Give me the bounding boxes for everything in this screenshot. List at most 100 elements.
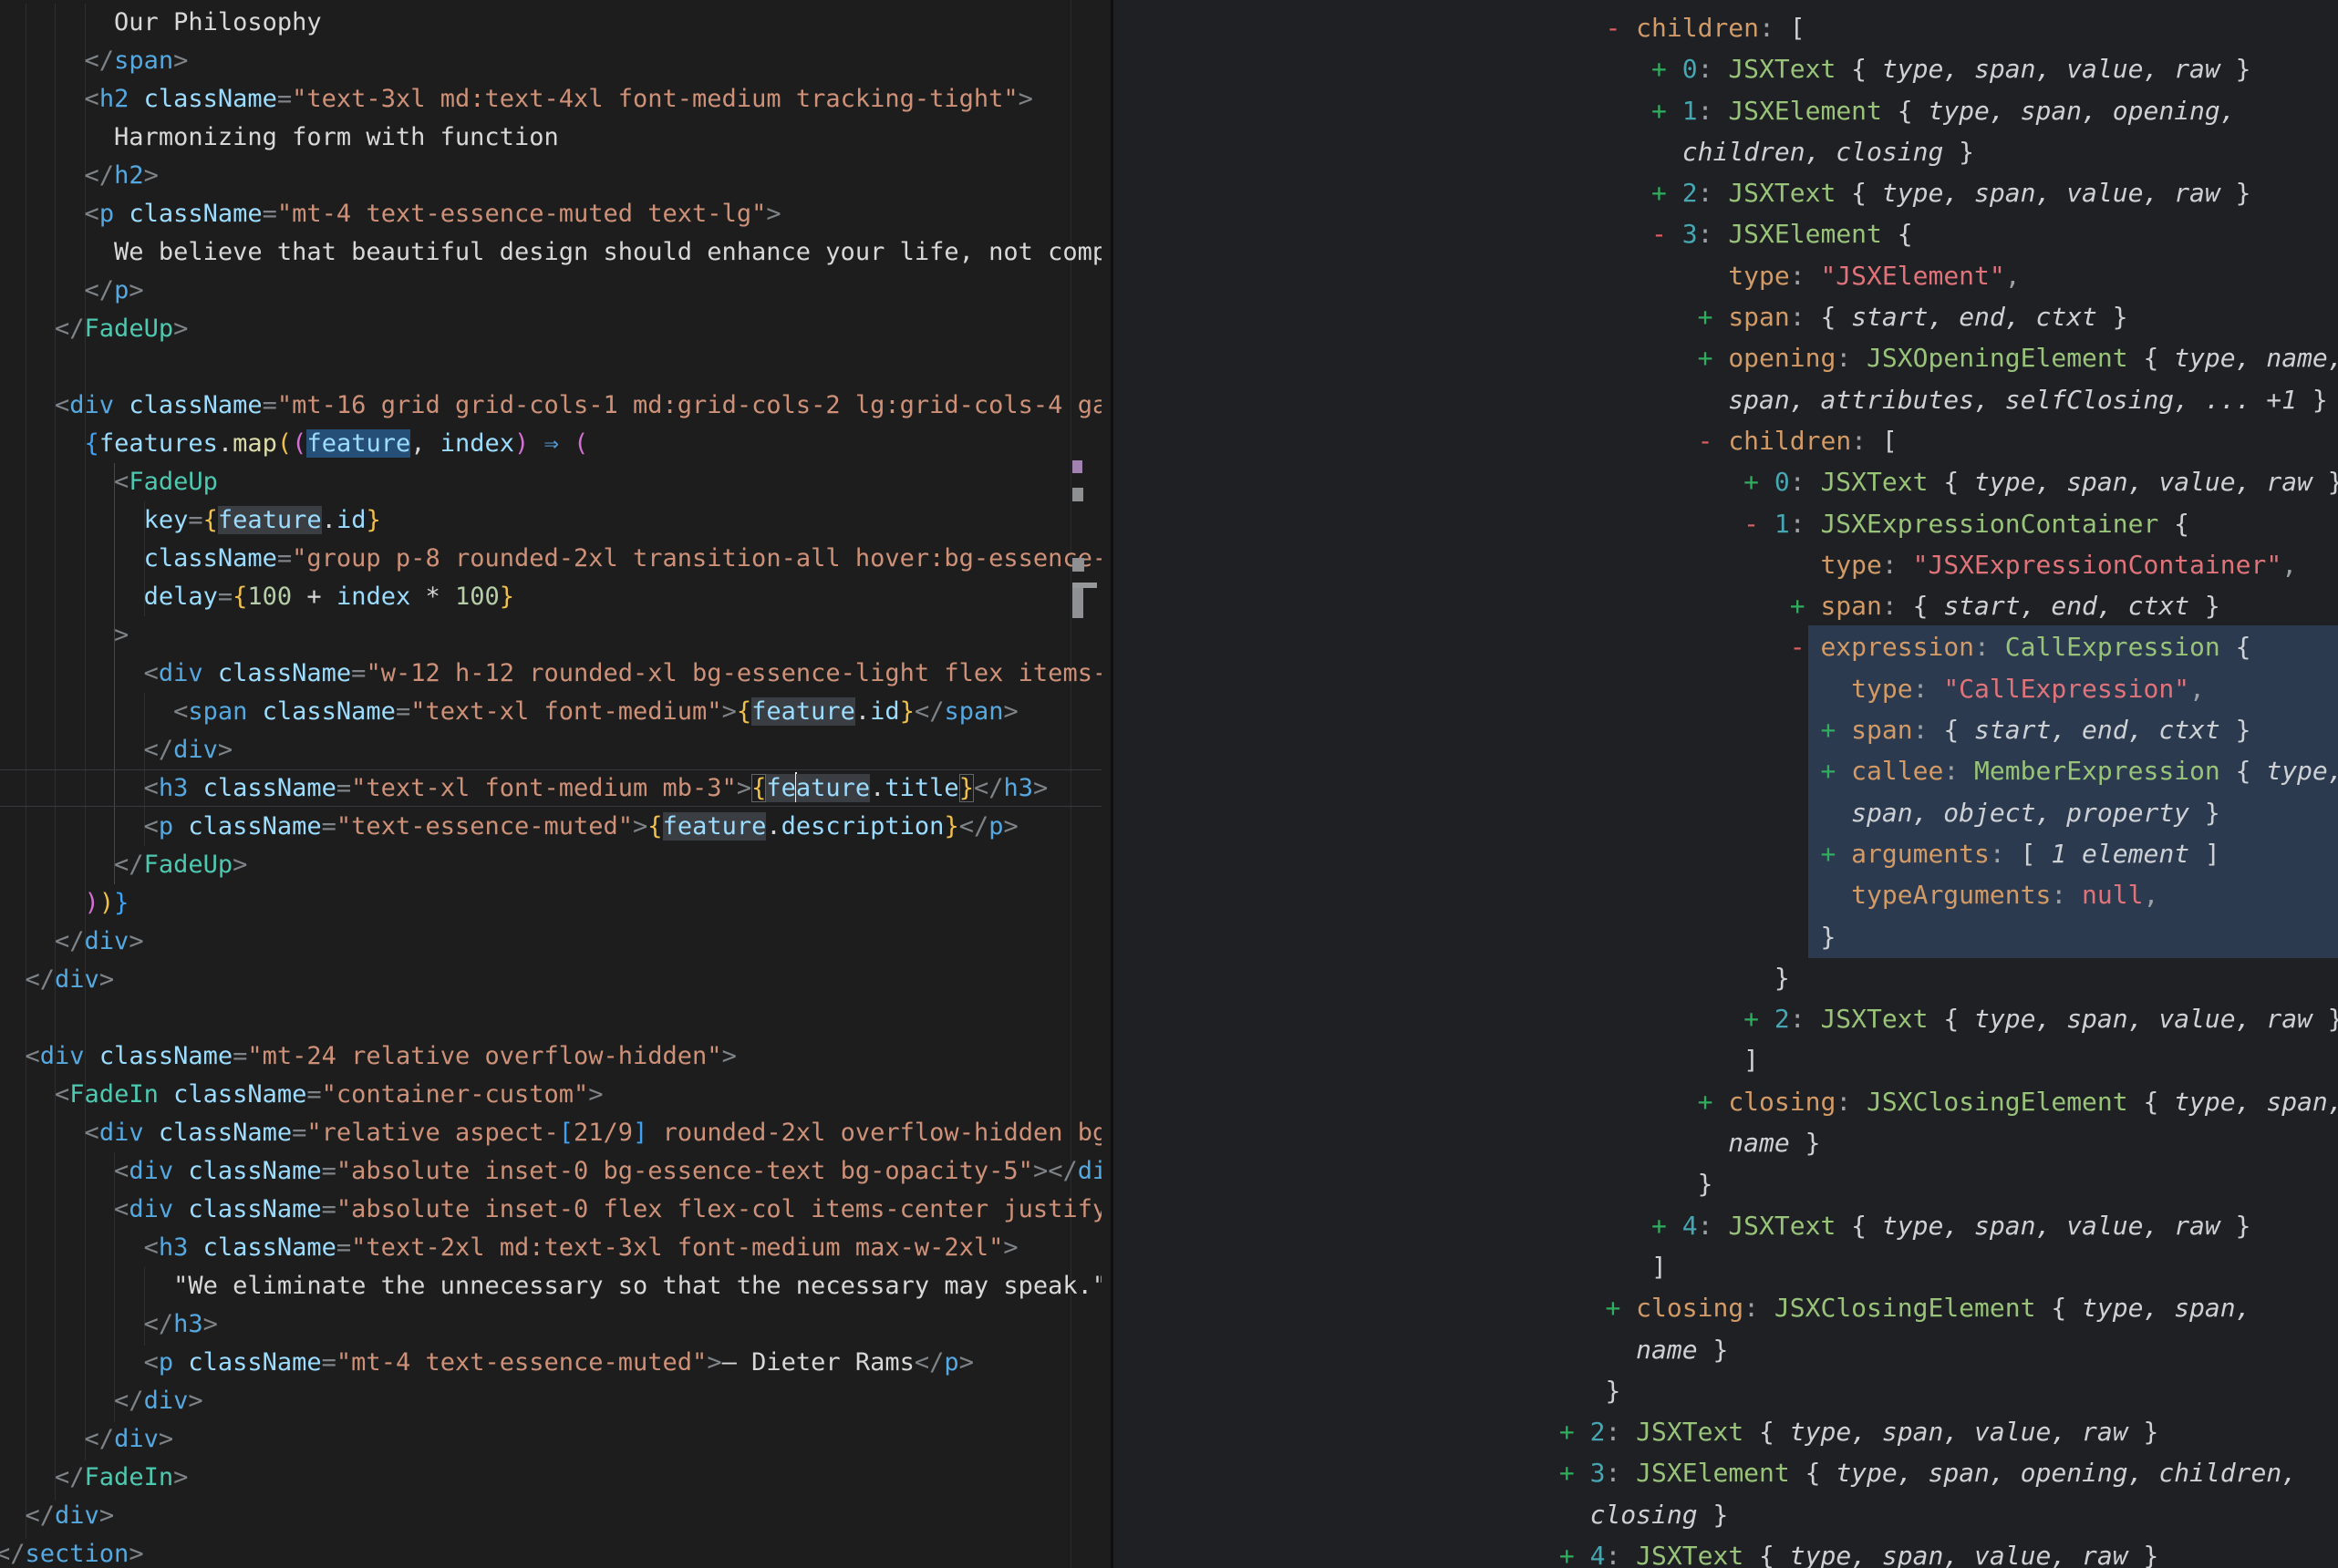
code-line[interactable]: "We eliminate the unnecessary so that th…: [0, 1267, 1102, 1305]
code-line[interactable]: </div>: [0, 923, 1102, 961]
ast-tree-row[interactable]: + 0: JSXText { type, span, value, raw }: [1113, 461, 2338, 502]
expand-toggle-icon[interactable]: +: [1605, 1293, 1636, 1323]
ast-tree-row[interactable]: + 1: JSXElement { type, span, opening,: [1113, 90, 2338, 131]
ast-tree-row[interactable]: - 1: JSXExpressionContainer {: [1113, 503, 2338, 544]
code-line[interactable]: >: [0, 616, 1102, 655]
ast-tree-row[interactable]: span, attributes, selfClosing, ... +1 }: [1113, 379, 2338, 420]
ast-tree-row[interactable]: + span: { start, end, ctxt }: [1113, 585, 2338, 626]
ast-tree-row[interactable]: closing }: [1113, 1494, 2338, 1535]
expand-toggle-icon[interactable]: +: [1651, 96, 1682, 126]
code-area[interactable]: Our Philosophy </span> <h2 className="te…: [0, 4, 1102, 1568]
ast-tree-row[interactable]: + callee: MemberExpression { type,: [1113, 750, 2338, 791]
expand-toggle-icon[interactable]: +: [1651, 54, 1682, 84]
expand-toggle-icon[interactable]: +: [1559, 1541, 1590, 1568]
code-line[interactable]: <p className="text-essence-muted">{featu…: [0, 808, 1102, 846]
code-line[interactable]: <p className="mt-4 text-essence-muted te…: [0, 195, 1102, 233]
ast-tree-row[interactable]: typeArguments: null,: [1113, 874, 2338, 915]
ast-tree-row[interactable]: type: "JSXElement",: [1113, 255, 2338, 296]
ast-tree-row[interactable]: }: [1113, 916, 2338, 957]
collapse-toggle-icon[interactable]: -: [1605, 13, 1636, 43]
code-line[interactable]: </div>: [0, 961, 1102, 999]
code-line[interactable]: <h3 className="text-2xl md:text-3xl font…: [0, 1229, 1102, 1267]
code-line[interactable]: </FadeUp>: [0, 846, 1102, 884]
code-line[interactable]: </div>: [0, 1382, 1102, 1420]
ast-tree-row[interactable]: + arguments: [ 1 element ]: [1113, 833, 2338, 874]
code-line[interactable]: <div className="mt-16 grid grid-cols-1 m…: [0, 387, 1102, 425]
ast-tree-row[interactable]: + closing: JSXClosingElement { type, spa…: [1113, 1081, 2338, 1122]
code-line[interactable]: {features.map((feature, index) ⇒ (: [0, 425, 1102, 463]
code-line[interactable]: <h3 className="text-xl font-medium mb-3"…: [0, 769, 1102, 808]
ast-tree-row[interactable]: + 3: JSXElement { type, span, opening, c…: [1113, 1452, 2338, 1493]
code-line[interactable]: </h2>: [0, 157, 1102, 195]
expand-toggle-icon[interactable]: +: [1698, 343, 1729, 373]
code-line[interactable]: Our Philosophy: [0, 4, 1102, 42]
expand-toggle-icon[interactable]: +: [1743, 467, 1774, 497]
code-line[interactable]: </FadeIn>: [0, 1459, 1102, 1497]
expand-toggle-icon[interactable]: +: [1790, 591, 1821, 621]
ast-tree-row[interactable]: name }: [1113, 1329, 2338, 1370]
code-line[interactable]: delay={100 + index * 100}: [0, 578, 1102, 616]
collapse-toggle-icon[interactable]: -: [1698, 426, 1729, 456]
ast-tree-row[interactable]: ]: [1113, 1039, 2338, 1080]
code-line[interactable]: Harmonizing form with function: [0, 119, 1102, 157]
code-line[interactable]: [0, 348, 1102, 387]
code-line[interactable]: </FadeUp>: [0, 310, 1102, 348]
ast-tree-row[interactable]: + 2: JSXText { type, span, value, raw }: [1113, 998, 2338, 1039]
code-line[interactable]: <div className="relative aspect-[21/9] r…: [0, 1114, 1102, 1152]
code-line[interactable]: [0, 999, 1102, 1037]
ast-tree-row[interactable]: + 2: JSXText { type, span, value, raw }: [1113, 1411, 2338, 1452]
code-line[interactable]: <div className="w-12 h-12 rounded-xl bg-…: [0, 655, 1102, 693]
ast-tree-row[interactable]: + 4: JSXText { type, span, value, raw }: [1113, 1205, 2338, 1246]
ast-tree-row[interactable]: - children: [: [1113, 420, 2338, 461]
code-line[interactable]: ))}: [0, 884, 1102, 923]
ast-tree[interactable]: - children: [ + 0: JSXText { type, span,…: [1113, 7, 2338, 1568]
ast-tree-row[interactable]: + span: { start, end, ctxt }: [1113, 709, 2338, 750]
code-line[interactable]: <div className="absolute inset-0 bg-esse…: [0, 1152, 1102, 1191]
collapse-toggle-icon[interactable]: -: [1743, 509, 1774, 539]
expand-toggle-icon[interactable]: +: [1698, 302, 1729, 332]
ast-tree-row[interactable]: span, object, property }: [1113, 792, 2338, 833]
code-line[interactable]: key={feature.id}: [0, 501, 1102, 540]
code-line[interactable]: <div className="mt-24 relative overflow-…: [0, 1037, 1102, 1076]
expand-toggle-icon[interactable]: +: [1651, 178, 1682, 208]
code-editor-pane[interactable]: Our Philosophy </span> <h2 className="te…: [0, 0, 1111, 1568]
ast-tree-row[interactable]: + 2: JSXText { type, span, value, raw }: [1113, 172, 2338, 213]
ast-tree-pane[interactable]: - children: [ + 0: JSXText { type, span,…: [1113, 0, 2338, 1568]
collapse-toggle-icon[interactable]: -: [1651, 219, 1682, 249]
code-line[interactable]: <h2 className="text-3xl md:text-4xl font…: [0, 80, 1102, 119]
code-line[interactable]: We believe that beautiful design should …: [0, 233, 1102, 272]
expand-toggle-icon[interactable]: +: [1743, 1004, 1774, 1034]
expand-toggle-icon[interactable]: +: [1820, 715, 1851, 745]
code-line[interactable]: </div>: [0, 1497, 1102, 1535]
code-line[interactable]: </p>: [0, 272, 1102, 310]
ast-tree-row[interactable]: + closing: JSXClosingElement { type, spa…: [1113, 1287, 2338, 1328]
collapse-toggle-icon[interactable]: -: [1790, 632, 1821, 662]
ast-tree-row[interactable]: type: "CallExpression",: [1113, 668, 2338, 709]
ast-tree-row[interactable]: name }: [1113, 1122, 2338, 1163]
ast-tree-row[interactable]: - 3: JSXElement {: [1113, 213, 2338, 254]
code-line[interactable]: <span className="text-xl font-medium">{f…: [0, 693, 1102, 731]
code-line[interactable]: </section>: [0, 1535, 1102, 1568]
scrollbar-thumb[interactable]: [1072, 588, 1083, 618]
code-line[interactable]: className="group p-8 rounded-2xl transit…: [0, 540, 1102, 578]
expand-toggle-icon[interactable]: +: [1559, 1417, 1590, 1447]
expand-toggle-icon[interactable]: +: [1651, 1211, 1682, 1241]
code-line[interactable]: </h3>: [0, 1305, 1102, 1344]
expand-toggle-icon[interactable]: +: [1559, 1458, 1590, 1488]
expand-toggle-icon[interactable]: +: [1698, 1087, 1729, 1117]
code-line[interactable]: <div className="absolute inset-0 flex fl…: [0, 1191, 1102, 1229]
ast-tree-row[interactable]: type: "JSXExpressionContainer",: [1113, 544, 2338, 585]
code-line[interactable]: </span>: [0, 42, 1102, 80]
ast-tree-row[interactable]: }: [1113, 1370, 2338, 1411]
ast-tree-row[interactable]: - expression: CallExpression {: [1113, 626, 2338, 667]
ast-tree-row[interactable]: + span: { start, end, ctxt }: [1113, 296, 2338, 337]
code-line[interactable]: </div>: [0, 1420, 1102, 1459]
ast-tree-row[interactable]: }: [1113, 957, 2338, 998]
expand-toggle-icon[interactable]: +: [1820, 756, 1851, 786]
ast-tree-row[interactable]: + 0: JSXText { type, span, value, raw }: [1113, 48, 2338, 89]
ast-tree-row[interactable]: ]: [1113, 1246, 2338, 1287]
code-line[interactable]: <p className="mt-4 text-essence-muted">–…: [0, 1344, 1102, 1382]
ast-tree-row[interactable]: children, closing }: [1113, 131, 2338, 172]
code-line[interactable]: <FadeUp: [0, 463, 1102, 501]
code-line[interactable]: </div>: [0, 731, 1102, 769]
